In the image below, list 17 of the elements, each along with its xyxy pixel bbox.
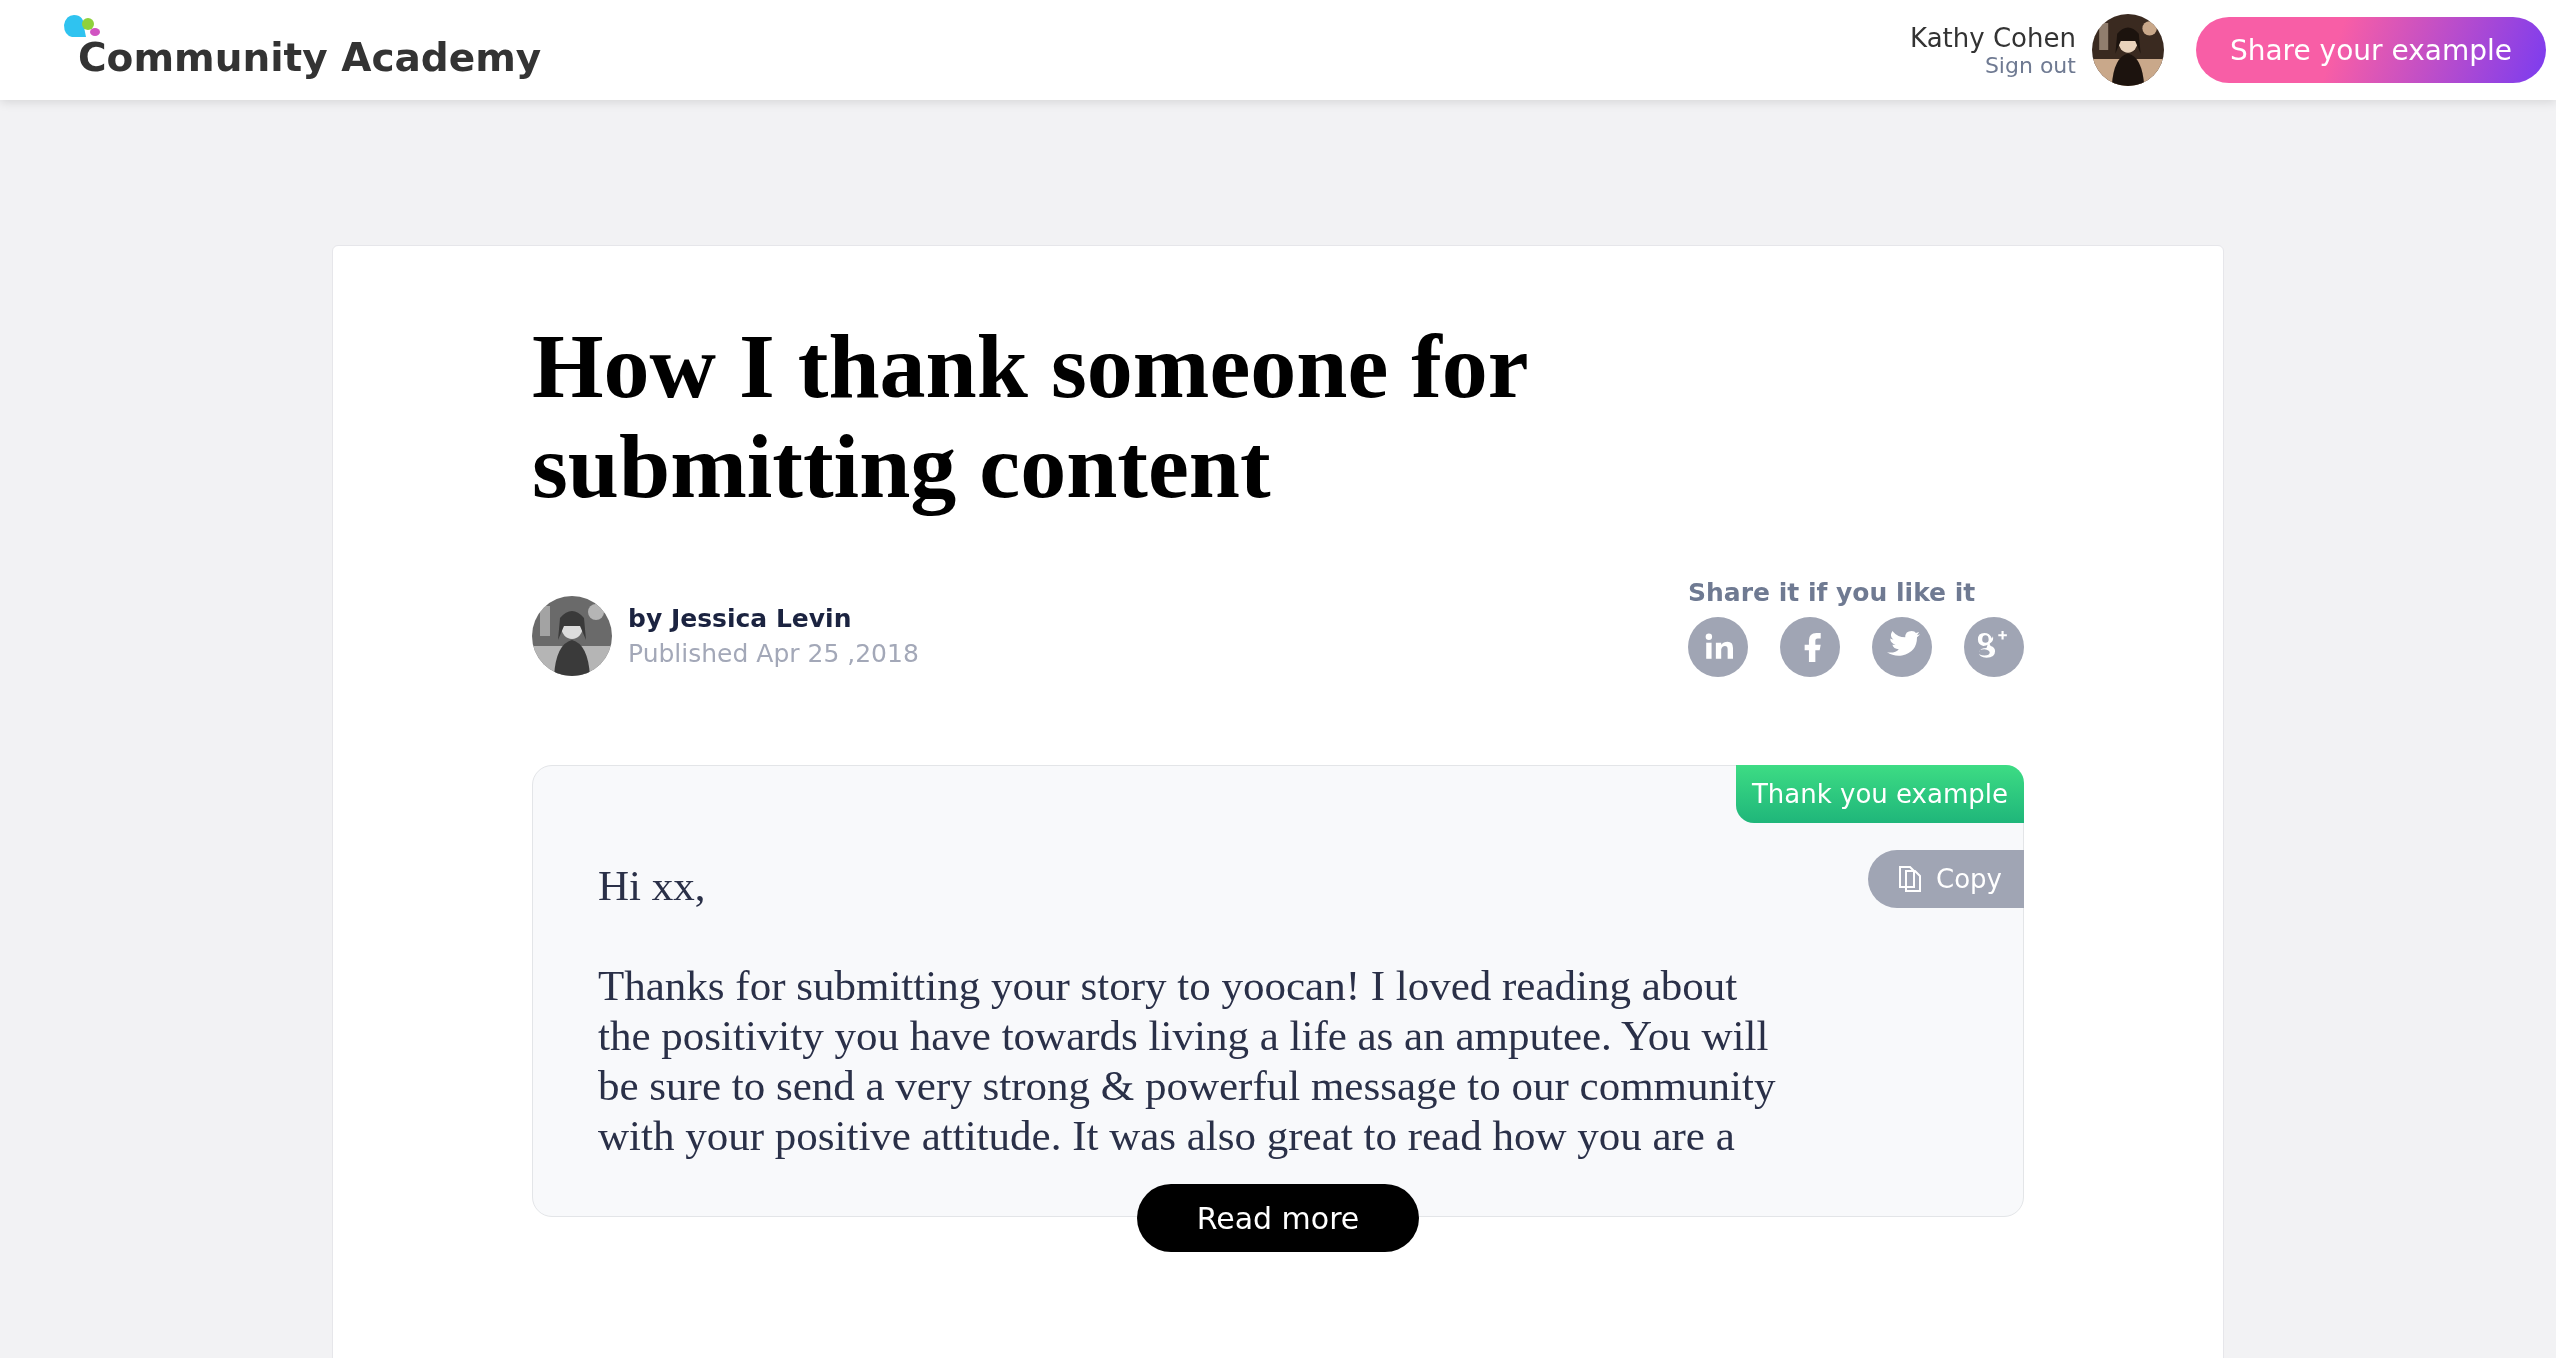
read-more-button[interactable]: Read more (1137, 1184, 1419, 1252)
facebook-icon[interactable] (1780, 617, 1840, 677)
logo-icon (64, 14, 102, 39)
linkedin-icon[interactable] (1688, 617, 1748, 677)
copy-icon (1898, 865, 1923, 893)
letter-greeting: Hi xx, (598, 861, 706, 911)
letter-paragraph: Thanks for submitting your story to yoocan! I loved reading about the positivity you have towards living a life as an amputee. You will be sure to send a very strong & powerful message to our community with your positive attitude. It was also great to read how you are a (598, 961, 1776, 1161)
example-tag: Thank you example (1735, 765, 2024, 823)
user-name: Kathy Cohen (1910, 22, 2076, 53)
article-title: How I thank someone for submitting content (532, 316, 1529, 516)
logo-text[interactable]: Community Academy (78, 34, 542, 80)
publish-date: Published Apr 25 ,2018 (628, 638, 919, 668)
sign-out-link[interactable]: Sign out (1984, 52, 2076, 78)
twitter-icon[interactable] (1872, 617, 1932, 677)
googleplus-icon[interactable] (1964, 617, 2024, 677)
share-label: Share it if you like it (1688, 578, 1977, 607)
author-name[interactable]: by Jessica Levin (628, 603, 919, 633)
